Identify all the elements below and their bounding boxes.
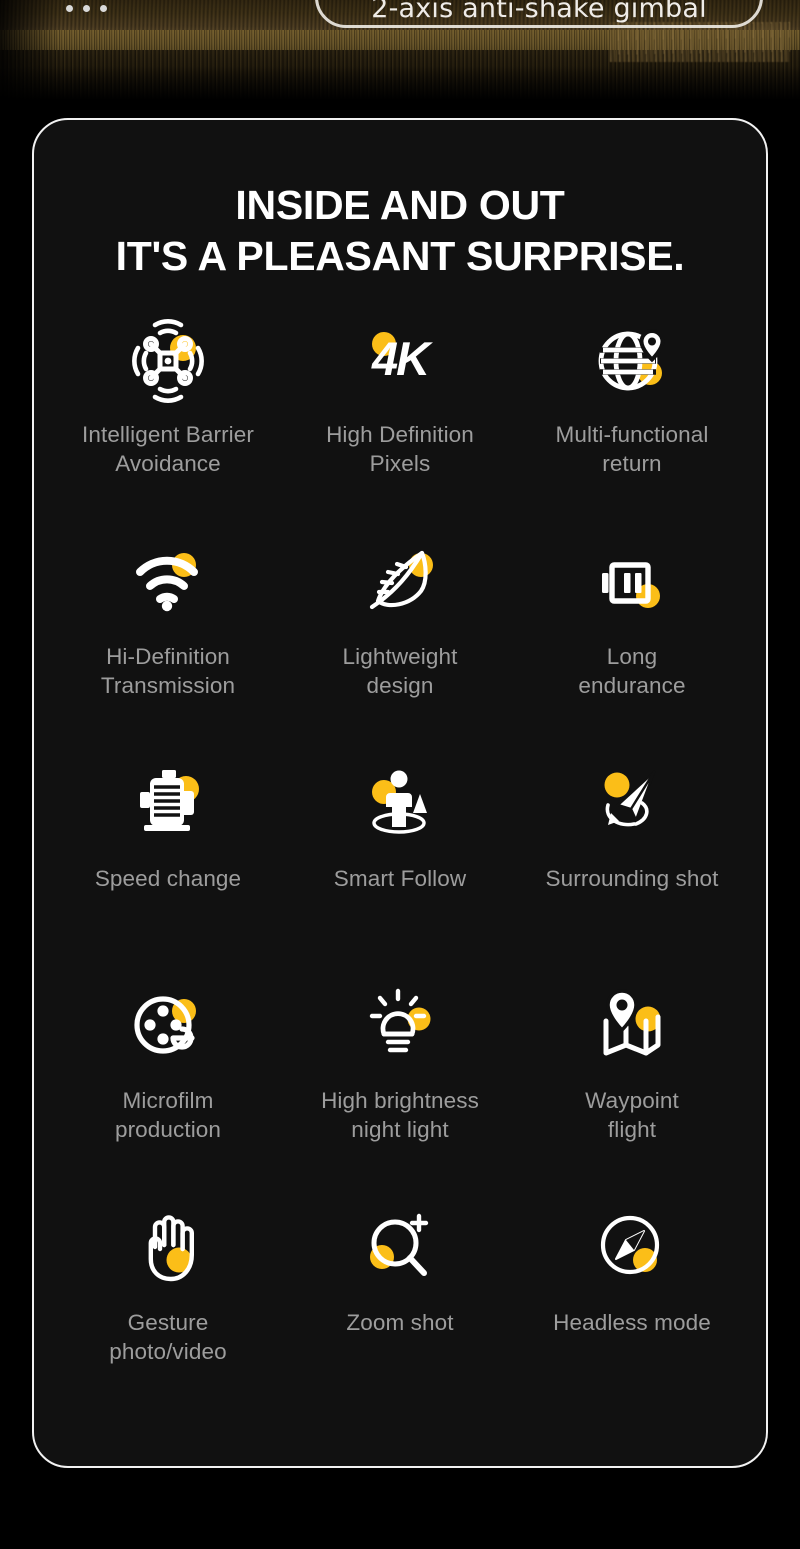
4k-icon: 4K bbox=[352, 316, 448, 406]
feature-item-high-brightness-night-light[interactable]: High brightness night light bbox=[284, 976, 516, 1198]
map-pin-icon bbox=[584, 982, 680, 1072]
lightbulb-icon bbox=[352, 982, 448, 1072]
feature-label: Lightweight design bbox=[343, 642, 458, 700]
product-feature-page: 2-axis anti-shake gimbal INSIDE AND OUT … bbox=[0, 0, 800, 1549]
feature-card: INSIDE AND OUT IT'S A PLEASANT SURPRISE. bbox=[32, 118, 768, 1468]
hand-icon bbox=[120, 1204, 216, 1294]
orbit-plane-icon bbox=[584, 760, 680, 850]
ellipsis-dot bbox=[83, 5, 90, 12]
feature-label: High Definition Pixels bbox=[326, 420, 474, 478]
photo-bottom-vignette bbox=[0, 66, 800, 100]
feature-label: Microfilm production bbox=[115, 1086, 221, 1144]
feature-item-surrounding-shot[interactable]: Surrounding shot bbox=[516, 754, 748, 976]
feature-label: Smart Follow bbox=[334, 864, 466, 893]
feature-label: Long endurance bbox=[578, 642, 685, 700]
feature-grid: Intelligent Barrier Avoidance 4K High De… bbox=[52, 310, 748, 1420]
feature-item-long-endurance[interactable]: Long endurance bbox=[516, 532, 748, 754]
heading-line-2: IT'S A PLEASANT SURPRISE. bbox=[52, 231, 748, 282]
feather-icon bbox=[352, 538, 448, 628]
motor-icon bbox=[120, 760, 216, 850]
battery-icon bbox=[584, 538, 680, 628]
ellipsis-dot bbox=[100, 5, 107, 12]
photo-reeds bbox=[610, 22, 790, 62]
feature-label: Hi-Definition Transmission bbox=[101, 642, 235, 700]
feature-label: Surrounding shot bbox=[546, 864, 719, 893]
gimbal-badge-label: 2-axis anti-shake gimbal bbox=[371, 0, 707, 22]
feature-label: Intelligent Barrier Avoidance bbox=[82, 420, 254, 478]
feature-item-high-definition-pixels[interactable]: 4K High Definition Pixels bbox=[284, 310, 516, 532]
4k-label: 4K bbox=[371, 332, 433, 385]
feature-label: Speed change bbox=[95, 864, 241, 893]
page-title: INSIDE AND OUT IT'S A PLEASANT SURPRISE. bbox=[52, 180, 748, 282]
gimbal-badge: 2-axis anti-shake gimbal bbox=[315, 0, 763, 28]
feature-item-intelligent-barrier-avoidance[interactable]: Intelligent Barrier Avoidance bbox=[52, 310, 284, 532]
wifi-icon bbox=[120, 538, 216, 628]
globe-pin-icon bbox=[584, 316, 680, 406]
feature-item-microfilm-production[interactable]: Microfilm production bbox=[52, 976, 284, 1198]
feature-item-lightweight-design[interactable]: Lightweight design bbox=[284, 532, 516, 754]
feature-label: High brightness night light bbox=[321, 1086, 479, 1144]
heading-line-1: INSIDE AND OUT bbox=[52, 180, 748, 231]
feature-label: Waypoint flight bbox=[585, 1086, 679, 1144]
feature-label: Multi-functional return bbox=[556, 420, 709, 478]
feature-item-smart-follow[interactable]: Smart Follow bbox=[284, 754, 516, 976]
feature-label: Gesture photo/video bbox=[109, 1308, 226, 1366]
drone-signal-icon bbox=[120, 316, 216, 406]
feature-label: Headless mode bbox=[553, 1308, 711, 1337]
feature-item-gesture-photo-video[interactable]: Gesture photo/video bbox=[52, 1198, 284, 1420]
film-reel-icon bbox=[120, 982, 216, 1072]
ellipsis-dot bbox=[66, 5, 73, 12]
compass-icon bbox=[584, 1204, 680, 1294]
feature-item-multi-functional-return[interactable]: Multi-functional return bbox=[516, 310, 748, 532]
feature-item-speed-change[interactable]: Speed change bbox=[52, 754, 284, 976]
feature-item-waypoint-flight[interactable]: Waypoint flight bbox=[516, 976, 748, 1198]
feature-item-zoom-shot[interactable]: Zoom shot bbox=[284, 1198, 516, 1420]
person-tracking-icon bbox=[352, 760, 448, 850]
feature-label: Zoom shot bbox=[346, 1308, 453, 1337]
ellipsis-icon[interactable] bbox=[66, 5, 107, 12]
magnifier-plus-icon bbox=[352, 1204, 448, 1294]
feature-item-hi-definition-transmission[interactable]: Hi-Definition Transmission bbox=[52, 532, 284, 754]
feature-item-headless-mode[interactable]: Headless mode bbox=[516, 1198, 748, 1420]
